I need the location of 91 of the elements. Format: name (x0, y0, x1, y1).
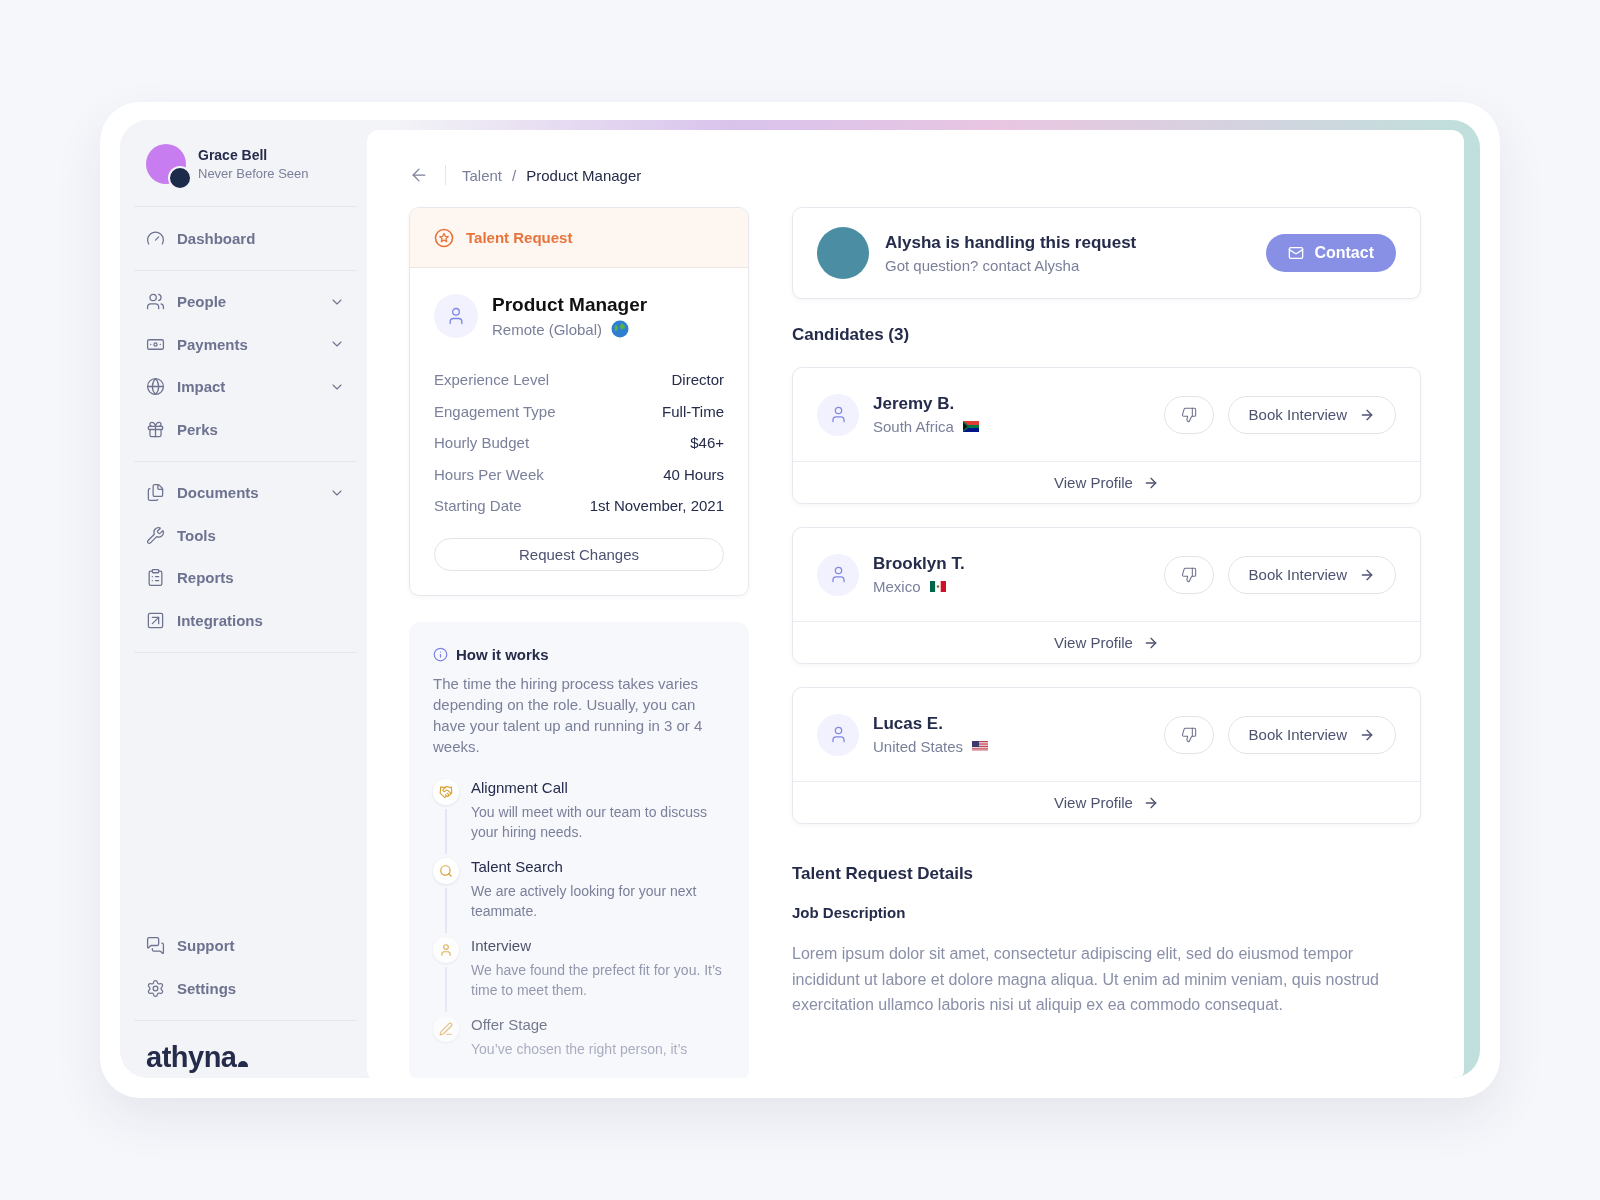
candidate-name: Brooklyn T. (873, 554, 965, 574)
nav-item[interactable]: Impact (134, 365, 357, 408)
nav-item[interactable]: Reports (134, 556, 357, 599)
flag-icon (962, 421, 979, 432)
flag-icon (972, 741, 989, 752)
detail-label: Hourly Budget (434, 434, 530, 452)
star-badge-icon (434, 227, 454, 248)
nav-icon (146, 525, 165, 545)
book-interview-button[interactable]: Book Interview (1227, 555, 1396, 594)
detail-label: Starting Date (434, 497, 522, 515)
detail-label: Engagement Type (434, 402, 556, 420)
detail-value: 40 Hours (663, 465, 724, 483)
nav-icon (146, 377, 165, 397)
nav-item[interactable]: Integrations (134, 599, 357, 642)
dislike-button[interactable] (1163, 395, 1214, 434)
candidate-country: South Africa (873, 418, 954, 435)
nav-icon (146, 292, 165, 312)
globe-icon (611, 320, 630, 338)
dislike-button[interactable] (1163, 555, 1214, 594)
step-title: Talent Search (471, 857, 564, 875)
request-changes-button[interactable]: Request Changes (434, 537, 724, 571)
nav-item[interactable]: Payments (134, 323, 357, 366)
step-text: We are actively looking for your next teammate. (471, 881, 698, 921)
nav-icon (146, 936, 165, 956)
dislike-button[interactable] (1163, 715, 1214, 754)
detail-value: $46+ (690, 434, 724, 452)
person-icon (817, 553, 859, 596)
step-text: We have found the prefect fit for you. It’s time to meet them. (471, 960, 723, 1000)
info-icon (433, 646, 448, 662)
thumbs-down-icon (1180, 406, 1197, 423)
nav-item[interactable]: Perks (134, 408, 357, 451)
handler-subtitle: Got question? contact Alysha (885, 256, 1081, 274)
job-description-text: Lorem ipsum dolor sit amet, consectetur adipiscing elit, sed do eiusmod tempor incididunt ut labore et dolore magna aliqua. Ut enim ad minim veniam, quis nostrud exercitation ullamco laboris nisi ut aliquip ex ea commodo consequat. (792, 944, 1380, 1015)
nav-icon (146, 978, 165, 998)
candidate-name: Jeremy B. (873, 394, 956, 414)
thumbs-down-icon (1180, 566, 1197, 583)
detail-label: Hours Per Week (434, 465, 544, 483)
nav-item[interactable]: Tools (134, 514, 357, 557)
flag-icon (929, 581, 946, 592)
nav-item[interactable]: Support (134, 924, 357, 967)
details-heading: Talent Request Details (792, 864, 975, 884)
section-title: How it works (456, 645, 549, 663)
step-title: Offer Stage (471, 1015, 549, 1033)
candidate-name: Lucas E. (873, 714, 944, 734)
nav-item[interactable]: People (134, 280, 357, 323)
nav-item[interactable]: Dashboard (134, 217, 357, 260)
step-text: You’ve chosen the right person, it’s (471, 1039, 689, 1059)
person-icon (817, 393, 859, 436)
mail-icon (1288, 245, 1305, 261)
detail-value: Director (671, 371, 724, 389)
step-icon (433, 936, 459, 963)
contact-button[interactable]: Contact (1266, 234, 1396, 272)
job-description-heading: Job Description (792, 904, 907, 921)
breadcrumb-item: Product Manager (526, 166, 642, 184)
nav-item[interactable]: Documents (134, 471, 357, 514)
user-name: Grace Bell (198, 147, 269, 163)
thumbs-down-icon (1180, 726, 1197, 743)
step-title: Interview (471, 936, 533, 954)
person-icon (817, 713, 859, 756)
step-title: Alignment Call (471, 778, 569, 796)
detail-label: Experience Level (434, 371, 550, 389)
nav-icon (146, 483, 165, 503)
user-subtitle: Never Before Seen (198, 166, 309, 181)
view-profile-link[interactable]: View Profile (793, 622, 1420, 663)
candidate-country: Mexico (873, 578, 921, 595)
photo-placeholder (817, 227, 869, 279)
breadcrumb-item[interactable]: Talent (462, 166, 503, 184)
step-icon (433, 778, 459, 805)
step-icon (433, 1015, 459, 1042)
nav-icon (146, 568, 165, 588)
book-interview-button[interactable]: Book Interview (1227, 395, 1396, 434)
step-text: You will meet with our team to discuss your hiring needs. (471, 802, 709, 842)
person-icon (434, 294, 478, 338)
card-title: Talent Request (466, 229, 573, 246)
view-profile-link[interactable]: View Profile (793, 782, 1420, 823)
detail-value: 1st November, 2021 (589, 497, 724, 515)
breadcrumb-separator: / (512, 166, 517, 184)
nav-icon (146, 419, 165, 439)
logo: athyna (134, 1019, 357, 1074)
how-it-works-text: The time the hiring process takes varies depending on the role. Usually, you can have your talent up and running in 3 or 4 weeks. (433, 673, 704, 757)
handler-title: Alysha is handling this request (885, 232, 1137, 253)
view-profile-link[interactable]: View Profile (793, 462, 1420, 503)
book-interview-button[interactable]: Book Interview (1227, 715, 1396, 754)
candidate-country: United States (873, 738, 964, 755)
job-location: Remote (Global) (492, 320, 603, 338)
nav-icon (146, 610, 165, 630)
step-icon (433, 857, 459, 884)
nav-item[interactable]: Settings (134, 967, 357, 1010)
job-title: Product Manager (492, 294, 648, 316)
candidates-heading: Candidates (3) (792, 325, 911, 345)
detail-value: Full-Time (662, 402, 724, 420)
